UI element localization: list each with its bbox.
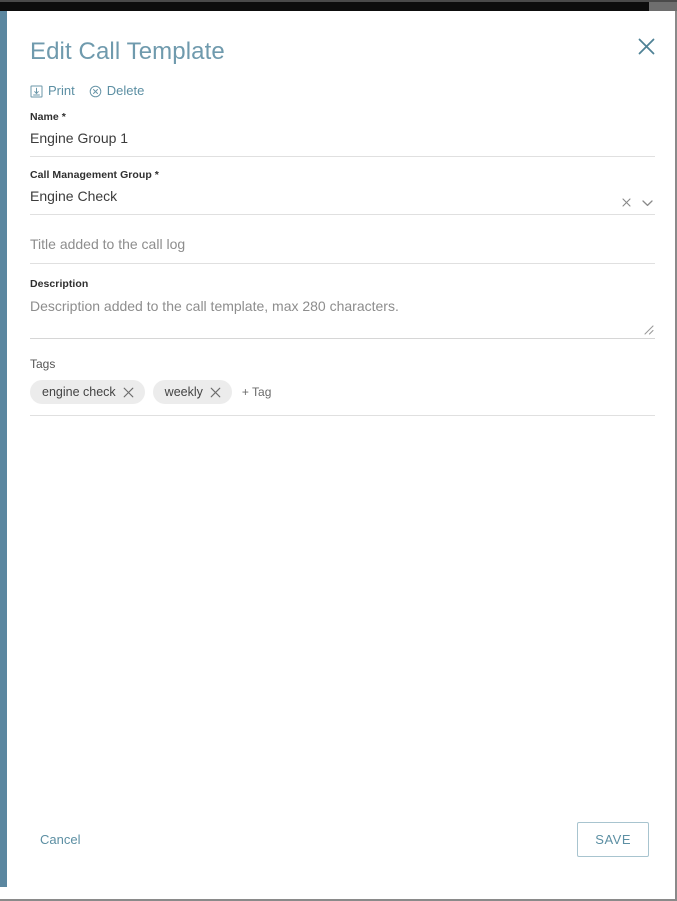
dialog-header: Edit Call Template <box>9 13 675 67</box>
save-button[interactable]: SAVE <box>577 822 649 857</box>
left-accent-strip <box>0 11 7 887</box>
resize-grip-icon[interactable] <box>640 321 654 335</box>
name-input[interactable]: Engine Group 1 <box>30 126 655 156</box>
chip-remove-icon[interactable] <box>123 387 134 398</box>
system-title-bar <box>0 0 677 11</box>
page-title: Edit Call Template <box>30 38 225 65</box>
tags-field-label: Tags <box>30 357 56 371</box>
tag-chip-label: engine check <box>42 385 116 399</box>
system-title-bar-right-segment <box>649 2 677 11</box>
name-field[interactable]: Name * Engine Group 1 <box>30 99 655 157</box>
delete-button[interactable]: Delete <box>89 83 145 99</box>
tag-chip-label: weekly <box>164 385 203 399</box>
close-icon <box>637 37 656 56</box>
chip-remove-icon[interactable] <box>210 387 221 398</box>
add-tag-button[interactable]: + Tag <box>240 384 271 400</box>
tags-field: Tags engine check weekly + Tag <box>30 339 655 416</box>
tag-chip[interactable]: engine check <box>30 380 145 404</box>
action-links-row: Print Delete <box>9 67 675 99</box>
chevron-down-icon[interactable] <box>642 199 653 207</box>
print-button-label: Print <box>48 83 75 98</box>
delete-circle-icon <box>89 85 102 98</box>
description-field[interactable]: Description Description added to the cal… <box>30 264 655 339</box>
call-log-title-field[interactable]: Title added to the call log <box>30 215 655 264</box>
close-button[interactable] <box>629 29 663 63</box>
app-window: Edit Call Template Print Delete Name * E… <box>0 0 677 901</box>
edit-call-template-dialog: Edit Call Template Print Delete Name * E… <box>9 13 675 899</box>
tag-chip[interactable]: weekly <box>152 380 232 404</box>
delete-button-label: Delete <box>106 83 145 98</box>
form-body: Name * Engine Group 1 Call Management Gr… <box>9 99 675 416</box>
description-textarea[interactable]: Description added to the call template, … <box>30 293 655 324</box>
call-management-group-adornments <box>622 198 653 207</box>
dialog-footer: Cancel SAVE <box>9 809 675 899</box>
call-log-title-input[interactable]: Title added to the call log <box>30 232 655 263</box>
description-field-label: Description <box>30 278 89 290</box>
call-management-group-field[interactable]: Call Management Group * Engine Check <box>30 157 655 215</box>
call-management-group-input[interactable]: Engine Check <box>30 184 655 214</box>
clear-x-icon[interactable] <box>622 198 631 207</box>
name-field-label: Name * <box>30 111 66 123</box>
tags-row: engine check weekly + Tag <box>30 380 655 415</box>
call-management-group-label: Call Management Group * <box>30 169 159 181</box>
cancel-button[interactable]: Cancel <box>30 831 80 848</box>
print-icon <box>30 85 43 98</box>
print-button[interactable]: Print <box>30 83 75 99</box>
